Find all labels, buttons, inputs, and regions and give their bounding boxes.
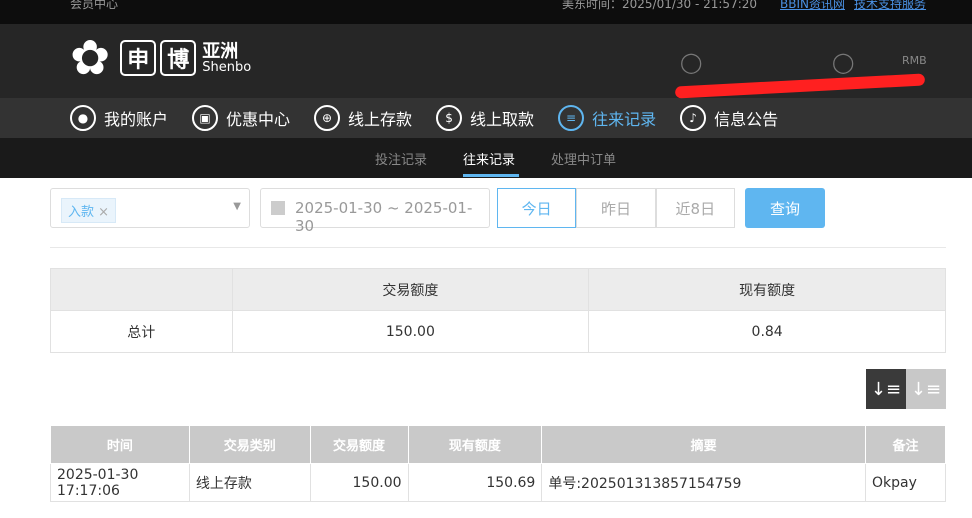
nav-label: 往来记录 bbox=[592, 110, 657, 129]
gift-icon: ▣ bbox=[192, 105, 219, 131]
logo-char-2: 博 bbox=[160, 40, 197, 76]
logo-text: 亚洲 Shenbo bbox=[202, 40, 252, 75]
tab-transactions[interactable]: 往来记录 bbox=[463, 149, 515, 168]
record-icon: ≡ bbox=[558, 105, 585, 131]
column-header: 时间 bbox=[50, 425, 190, 464]
type-tag[interactable]: 入款 × bbox=[61, 198, 117, 223]
column-header: 交易类别 bbox=[188, 425, 311, 464]
main-nav: ● 我的账户 ▣ 优惠中心 ⊕ 线上存款 $ 线上取款 ≡ 往来记录 ♪ 信息公告 bbox=[0, 98, 972, 138]
nav-withdraw[interactable]: $ 线上取款 bbox=[436, 105, 534, 131]
column-header: 现有额度 bbox=[407, 425, 543, 464]
summary-header: 交易额度 bbox=[231, 268, 590, 311]
close-icon[interactable]: × bbox=[98, 205, 109, 220]
nav-my-account[interactable]: ● 我的账户 bbox=[70, 105, 168, 131]
top-bar: 会员中心 美东时间：2025/01/30 - 21:57:20 BBIN资讯网 … bbox=[0, 0, 972, 24]
summary-cell: 150.00 bbox=[231, 310, 590, 353]
nav-label: 线上存款 bbox=[348, 110, 413, 129]
balance-icon[interactable]: ◯ bbox=[832, 50, 854, 74]
bell-icon: ♪ bbox=[680, 105, 707, 131]
user-area: ◯ ◯ RMB bbox=[680, 50, 927, 74]
summary-cell: 总计 bbox=[50, 310, 233, 353]
last-8-days-button[interactable]: 近8日 bbox=[655, 188, 735, 228]
summary-cell: 0.84 bbox=[588, 310, 946, 353]
table-cell: 线上存款 bbox=[188, 463, 311, 502]
sort-asc-icon[interactable]: ↓≡ bbox=[906, 369, 946, 409]
summary-total-row: 总计 150.00 0.84 bbox=[50, 310, 946, 353]
date-range-value: 2025-01-30 ~ 2025-01-30 bbox=[295, 199, 473, 235]
column-header: 摘要 bbox=[541, 425, 867, 464]
tab-bet-records[interactable]: 投注记录 bbox=[375, 149, 427, 168]
nav-deposit[interactable]: ⊕ 线上存款 bbox=[314, 105, 412, 131]
logo[interactable]: ✿ 申 博 亚洲 Shenbo bbox=[70, 32, 251, 84]
divider bbox=[50, 247, 946, 248]
table-cell: 150.00 bbox=[309, 463, 409, 502]
table-cell: 2025-01-30 17:17:06 bbox=[50, 463, 190, 502]
summary-header-row: 交易额度 现有额度 bbox=[50, 268, 946, 311]
table-cell: 单号:202501313857154759 bbox=[541, 463, 867, 502]
query-button[interactable]: 查询 bbox=[745, 188, 825, 228]
tab-pending-orders[interactable]: 处理中订单 bbox=[551, 149, 616, 168]
logo-char-1: 申 bbox=[120, 40, 157, 76]
header: ✿ 申 博 亚洲 Shenbo ◯ ◯ RMB bbox=[0, 24, 972, 99]
nav-announcements[interactable]: ♪ 信息公告 bbox=[680, 105, 778, 131]
sort-desc-icon[interactable]: ↓≡ bbox=[866, 369, 906, 409]
account-icon[interactable]: ◯ bbox=[680, 50, 702, 74]
logo-en: Shenbo bbox=[202, 59, 252, 75]
nav-label: 优惠中心 bbox=[226, 110, 291, 129]
withdraw-icon: $ bbox=[436, 105, 463, 131]
tag-label: 入款 bbox=[68, 205, 95, 220]
records-header-row: 时间 交易类别 交易额度 现有额度 摘要 备注 bbox=[50, 425, 946, 464]
nav-promotions[interactable]: ▣ 优惠中心 bbox=[192, 105, 290, 131]
active-tab-underline bbox=[463, 174, 519, 177]
calendar-icon bbox=[271, 201, 285, 215]
flower-logo-icon: ✿ bbox=[70, 30, 111, 86]
column-header: 交易额度 bbox=[309, 425, 409, 464]
table-cell: Okpay bbox=[865, 463, 946, 502]
bbin-news-link[interactable]: BBIN资讯网 bbox=[780, 0, 845, 12]
redaction-mark bbox=[674, 73, 926, 99]
summary-header bbox=[50, 268, 233, 311]
summary-table: 交易额度 现有额度 总计 150.00 0.84 bbox=[50, 268, 946, 353]
table-cell: 150.69 bbox=[407, 463, 543, 502]
eastern-time: 美东时间：2025/01/30 - 21:57:20 bbox=[562, 0, 758, 11]
table-row: 2025-01-30 17:17:06 线上存款 150.00 150.69 单… bbox=[50, 463, 946, 502]
tech-support-link[interactable]: 技术支持服务 bbox=[854, 0, 926, 12]
nav-label: 线上取款 bbox=[470, 110, 535, 129]
records-table: 时间 交易类别 交易额度 现有额度 摘要 备注 2025-01-30 17:17… bbox=[50, 425, 946, 502]
date-range-input[interactable]: 2025-01-30 ~ 2025-01-30 bbox=[260, 188, 490, 235]
currency-label: RMB bbox=[902, 54, 927, 67]
summary-header: 现有额度 bbox=[588, 268, 946, 311]
today-button[interactable]: 今日 bbox=[497, 188, 577, 228]
user-icon: ● bbox=[70, 105, 96, 131]
quick-date-group: 今日 昨日 近8日 bbox=[497, 188, 735, 228]
sort-toggle: ↓≡ ↓≡ bbox=[866, 369, 946, 409]
member-center-label: 会员中心 bbox=[70, 0, 119, 11]
nav-label: 我的账户 bbox=[104, 110, 169, 129]
nav-records[interactable]: ≡ 往来记录 bbox=[558, 105, 656, 131]
sub-nav: 投注记录 往来记录 处理中订单 bbox=[0, 138, 972, 178]
type-select[interactable]: 入款 × ▼ bbox=[50, 188, 250, 228]
chevron-down-icon: ▼ bbox=[233, 201, 241, 212]
deposit-icon: ⊕ bbox=[314, 105, 341, 131]
logo-cn: 亚洲 bbox=[202, 40, 239, 62]
column-header: 备注 bbox=[865, 425, 946, 464]
yesterday-button[interactable]: 昨日 bbox=[576, 188, 656, 228]
nav-label: 信息公告 bbox=[714, 110, 779, 129]
